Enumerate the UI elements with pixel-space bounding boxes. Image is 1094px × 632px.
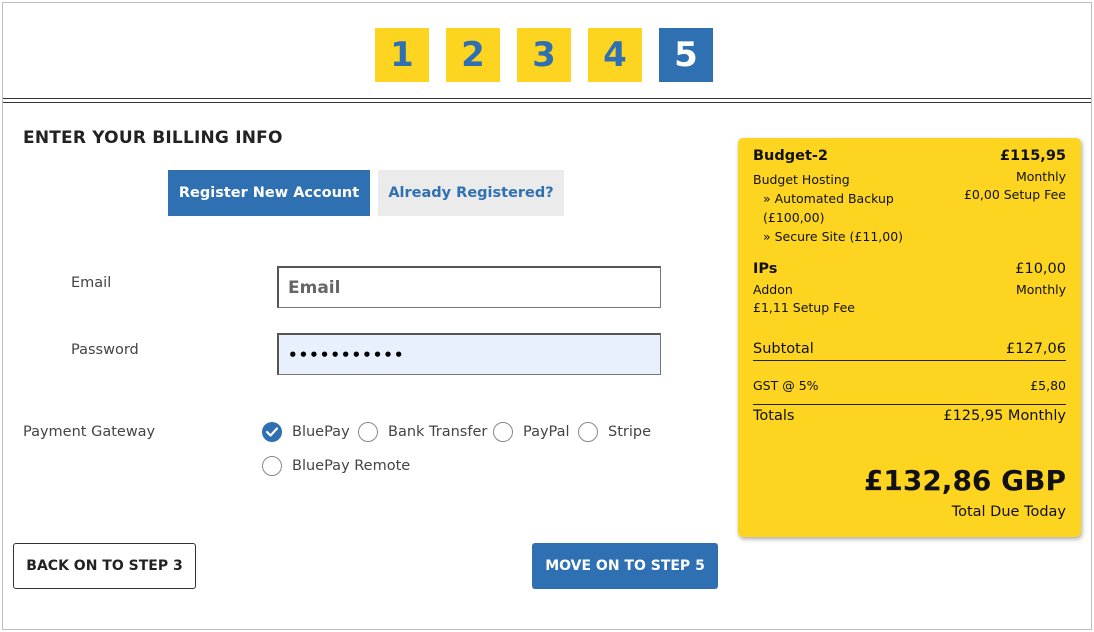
register-new-account-tab[interactable]: Register New Account (168, 170, 370, 216)
gateway-option-bluepay-remote[interactable]: BluePay Remote (262, 456, 410, 476)
gateway-option-label: BluePay (292, 424, 350, 440)
radio-unchecked-icon[interactable] (262, 456, 282, 476)
ips-name: IPs (753, 261, 778, 277)
header-divider-bottom (3, 102, 1091, 103)
product-billing-cycle: Monthly (1015, 169, 1066, 184)
gateway-option-label: Stripe (608, 424, 652, 440)
step-2[interactable]: 2 (446, 28, 500, 82)
page-title: ENTER YOUR BILLING INFO (23, 128, 283, 148)
order-summary-card: Budget-2 £115,95 Budget Hosting Monthly … (738, 138, 1081, 537)
payment-gateway-label: Payment Gateway (23, 424, 156, 440)
password-label: Password (71, 342, 139, 358)
gateway-option-label: Bank Transfer (388, 424, 488, 440)
already-registered-tab[interactable]: Already Registered? (378, 170, 564, 216)
totals-value: £125,95 Monthly (943, 408, 1066, 424)
email-label: Email (71, 275, 112, 291)
step-3[interactable]: 3 (517, 28, 571, 82)
step-indicator: 1 2 3 4 5 (375, 28, 713, 82)
password-field[interactable] (277, 333, 661, 375)
email-field[interactable] (277, 266, 661, 308)
product-group: Budget Hosting (753, 172, 850, 187)
move-to-step-5-button[interactable]: MOVE ON TO STEP 5 (532, 543, 718, 589)
gateway-option-bluepay[interactable]: BluePay (262, 422, 350, 442)
step-1[interactable]: 1 (375, 28, 429, 82)
gateway-option-bank-transfer[interactable]: Bank Transfer (358, 422, 487, 442)
ips-billing-cycle: Monthly (1015, 282, 1066, 297)
gateway-option-paypal[interactable]: PayPal (493, 422, 570, 442)
subtotal-value: £127,06 (1006, 341, 1066, 357)
totals-label: Totals (753, 408, 795, 424)
radio-checked-icon[interactable] (262, 422, 282, 442)
radio-unchecked-icon[interactable] (358, 422, 378, 442)
gateway-option-label: BluePay Remote (292, 458, 411, 474)
total-due-amount: £132,86 GBP (863, 464, 1066, 497)
ips-setup-fee: £1,11 Setup Fee (753, 300, 856, 315)
header-divider-top (3, 98, 1091, 99)
addon-secure-site: » Secure Site (£11,00) (763, 229, 904, 244)
tax-value: £5,80 (1030, 378, 1066, 393)
total-due-label: Total Due Today (951, 504, 1066, 520)
product-name: Budget-2 (753, 148, 829, 164)
addon-automated-backup-price: (£100,00) (763, 210, 825, 225)
gateway-option-stripe[interactable]: Stripe (578, 422, 651, 442)
ips-price: £10,00 (1015, 261, 1066, 277)
product-setup-fee: £0,00 Setup Fee (963, 187, 1066, 202)
subtotal-divider (753, 360, 1066, 361)
radio-unchecked-icon[interactable] (578, 422, 598, 442)
tax-divider (753, 404, 1066, 405)
step-5-active[interactable]: 5 (659, 28, 713, 82)
back-to-step-3-button[interactable]: BACK ON TO STEP 3 (13, 543, 196, 589)
step-4[interactable]: 4 (588, 28, 642, 82)
tax-label: GST @ 5% (753, 378, 819, 393)
radio-unchecked-icon[interactable] (493, 422, 513, 442)
gateway-option-label: PayPal (523, 424, 570, 440)
product-price: £115,95 (999, 148, 1066, 164)
addon-automated-backup: » Automated Backup (763, 191, 894, 206)
subtotal-label: Subtotal (753, 341, 814, 357)
ips-type: Addon (753, 282, 793, 297)
